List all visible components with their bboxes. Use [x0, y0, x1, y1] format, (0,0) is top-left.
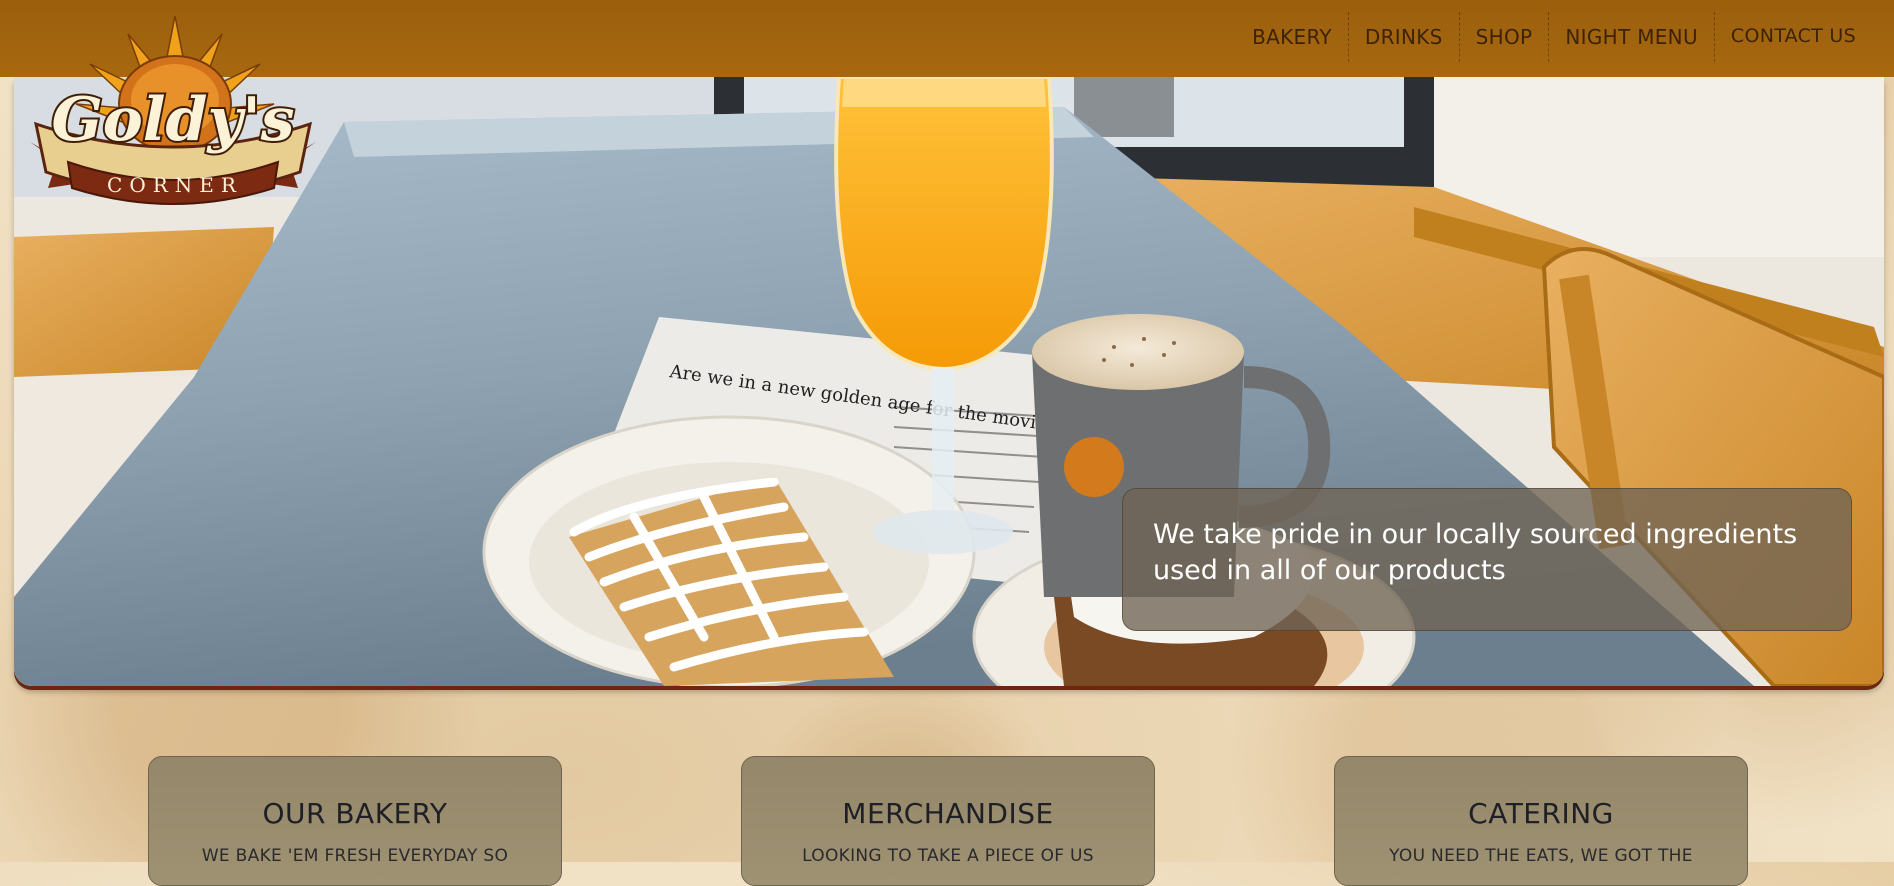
- card-title: CATERING: [1468, 797, 1614, 830]
- card-subtitle: LOOKING TO TAKE A PIECE OF US: [802, 846, 1094, 866]
- card-catering[interactable]: CATERING YOU NEED THE EATS, WE GOT THE: [1334, 756, 1748, 886]
- card-title: MERCHANDISE: [842, 797, 1054, 830]
- logo-main-text: Goldy's: [51, 85, 294, 155]
- card-merchandise[interactable]: MERCHANDISE LOOKING TO TAKE A PIECE OF U…: [741, 756, 1155, 886]
- card-subtitle: YOU NEED THE EATS, WE GOT THE: [1389, 846, 1693, 866]
- tagline-overlay: We take pride in our locally sourced ing…: [1122, 488, 1852, 631]
- nav-drinks[interactable]: DRINKS: [1347, 12, 1459, 62]
- nav-shop[interactable]: SHOP: [1458, 12, 1549, 62]
- nav-bakery[interactable]: BAKERY: [1236, 12, 1348, 62]
- card-title: OUR BAKERY: [262, 797, 448, 830]
- logo-sub-text: CORNER: [107, 173, 243, 197]
- site-logo[interactable]: Goldy's CORNER: [18, 12, 323, 212]
- tagline-text: We take pride in our locally sourced ing…: [1153, 519, 1798, 586]
- card-our-bakery[interactable]: OUR BAKERY WE BAKE 'EM FRESH EVERYDAY SO: [148, 756, 562, 886]
- logo-graphic: Goldy's CORNER: [30, 15, 316, 205]
- card-subtitle: WE BAKE 'EM FRESH EVERYDAY SO: [201, 846, 509, 866]
- nav-contact-us[interactable]: CONTACT US: [1713, 12, 1872, 62]
- main-nav: BAKERY DRINKS SHOP NIGHT MENU CONTACT US: [1236, 12, 1872, 62]
- nav-night-menu[interactable]: NIGHT MENU: [1548, 12, 1713, 62]
